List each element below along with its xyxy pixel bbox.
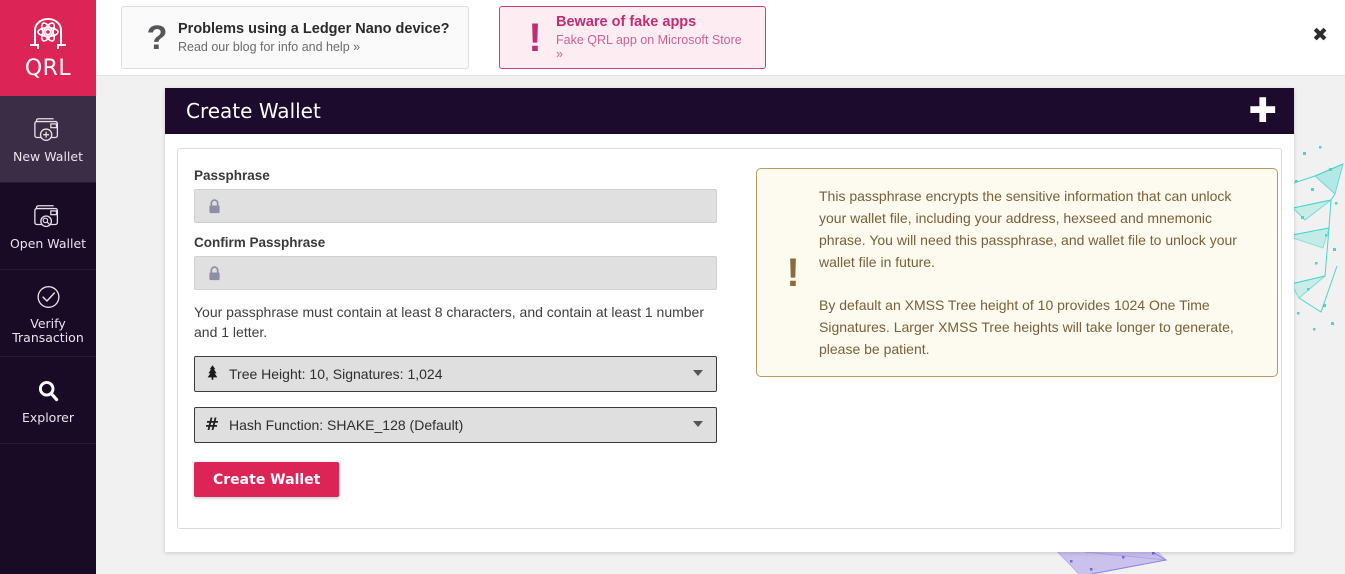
banner-ledger-help[interactable]: ? Problems using a Ledger Nano device? R…	[121, 6, 469, 69]
sidebar-item-label-line2: Transaction	[12, 329, 84, 345]
page-title: Create Wallet	[186, 99, 321, 123]
magnifier-icon	[38, 380, 58, 401]
brand-name: QRL	[24, 55, 72, 81]
sidebar-item-label: Verify Transaction	[12, 315, 84, 345]
tree-height-value: Tree Height: 10, Signatures: 1,024	[229, 366, 443, 382]
passphrase-info-box: ! This passphrase encrypts the sensitive…	[756, 168, 1278, 377]
sidebar-item-open-wallet[interactable]: Open Wallet	[0, 183, 96, 270]
info-paragraph-2: By default an XMSS Tree height of 10 pro…	[819, 297, 1234, 357]
create-wallet-form: Passphrase Confirm Passphrase Your passp…	[178, 149, 723, 528]
page-body: Create Wallet ✚ Passphrase Confirm Passp…	[96, 76, 1345, 574]
lock-icon	[209, 265, 220, 280]
card-body: Passphrase Confirm Passphrase Your passp…	[177, 148, 1282, 529]
app-root: QRL New Wallet Open Wallet Verify Transa…	[0, 0, 1345, 574]
sidebar-item-label: Explorer	[21, 409, 75, 425]
check-circle-icon	[36, 285, 60, 308]
confirm-passphrase-field-wrap[interactable]	[194, 256, 717, 290]
tree-height-select[interactable]: Tree Height: 10, Signatures: 1,024	[194, 356, 717, 392]
confirm-passphrase-input[interactable]	[222, 257, 716, 289]
passphrase-input[interactable]	[222, 190, 716, 222]
sidebar-item-new-wallet[interactable]: New Wallet	[0, 96, 96, 183]
info-paragraph-1: This passphrase encrypts the sensitive i…	[819, 188, 1237, 270]
wallet-add-icon	[34, 117, 59, 141]
banner-text: Problems using a Ledger Nano device? Rea…	[178, 21, 450, 54]
create-wallet-card: Create Wallet ✚ Passphrase Confirm Passp…	[165, 88, 1294, 552]
top-notification-bar: ? Problems using a Ledger Nano device? R…	[96, 0, 1345, 76]
brand-logo-block[interactable]: QRL	[0, 0, 96, 96]
exclamation-mark-icon: !	[786, 250, 800, 295]
question-mark-icon: ?	[146, 18, 168, 57]
exclamation-mark-icon: !	[528, 15, 542, 60]
sidebar-item-label: Open Wallet	[9, 235, 87, 251]
create-wallet-button[interactable]: Create Wallet	[194, 462, 340, 497]
sidebar-item-explorer[interactable]: Explorer	[0, 357, 96, 444]
passphrase-field-wrap[interactable]	[194, 189, 717, 223]
banner-subtitle-link[interactable]: Fake QRL app on Microsoft Store »	[556, 33, 751, 61]
passphrase-label: Passphrase	[194, 168, 270, 183]
plus-icon[interactable]: ✚	[1249, 94, 1278, 128]
banner-fake-apps-warning[interactable]: ! Beware of fake apps Fake QRL app on Mi…	[499, 6, 766, 69]
hash-function-select[interactable]: # Hash Function: SHAKE_128 (Default)	[194, 407, 717, 443]
banner-title: Beware of fake apps	[556, 14, 697, 30]
confirm-passphrase-label: Confirm Passphrase	[194, 235, 326, 250]
wallet-search-icon	[34, 204, 59, 227]
sidebar-item-verify-transaction[interactable]: Verify Transaction	[0, 270, 96, 357]
close-icon[interactable]: ✖	[1312, 26, 1328, 45]
lock-icon	[209, 198, 220, 213]
evergreen-tree-icon	[195, 364, 229, 384]
card-header: Create Wallet ✚	[165, 88, 1294, 134]
info-text: This passphrase encrypts the sensitive i…	[819, 185, 1259, 360]
chevron-down-icon	[693, 370, 703, 376]
sidebar: QRL New Wallet Open Wallet Verify Transa…	[0, 0, 96, 574]
sidebar-item-label: New Wallet	[13, 148, 83, 164]
decorative-teal-polygons	[1285, 146, 1344, 331]
hash-icon: #	[204, 415, 220, 435]
qrl-atom-logo-icon	[30, 17, 66, 49]
banner-title: Problems using a Ledger Nano device?	[178, 21, 450, 37]
banner-subtitle-link[interactable]: Read our blog for info and help »	[178, 40, 450, 54]
sidebar-item-label-line1: Verify	[30, 315, 66, 331]
hash-function-value: Hash Function: SHAKE_128 (Default)	[229, 417, 464, 433]
banner-text: Beware of fake apps Fake QRL app on Micr…	[556, 14, 751, 61]
passphrase-hint: Your passphrase must contain at least 8 …	[194, 304, 705, 340]
chevron-down-icon	[693, 421, 703, 427]
